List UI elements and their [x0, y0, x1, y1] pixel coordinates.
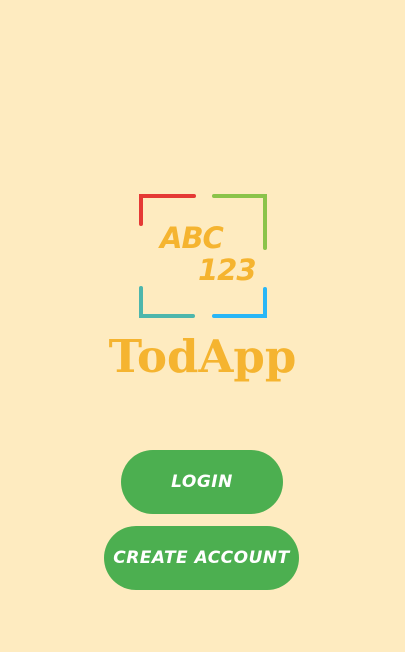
login-button[interactable]: LOGIN [121, 450, 283, 514]
login-button-label: LOGIN [171, 472, 233, 492]
logo-text-abc: ABC [160, 221, 224, 255]
create-account-button-label: CREATE ACCOUNT [113, 548, 290, 568]
create-account-button[interactable]: CREATE ACCOUNT [104, 526, 299, 590]
app-title: TodApp [108, 330, 297, 383]
logo-text-123: 123 [198, 253, 257, 287]
